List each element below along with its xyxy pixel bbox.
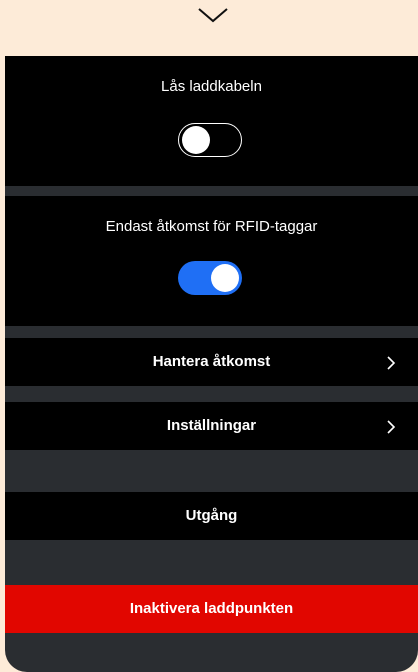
deactivate-label: Inaktivera laddpunkten [129, 600, 294, 617]
top-bar [0, 0, 418, 56]
rfid-access-section: Endast åtkomst för RFID-taggar [5, 196, 418, 326]
rfid-access-toggle[interactable] [178, 261, 242, 295]
lock-cable-toggle[interactable] [178, 123, 242, 157]
rfid-access-label: Endast åtkomst för RFID-taggar [105, 218, 318, 235]
toggle-knob [211, 264, 239, 292]
exit-button[interactable]: Utgång [5, 492, 418, 540]
charging-point-panel: Lås laddkabeln Endast åtkomst för RFID-t… [5, 56, 418, 672]
chevron-right-icon [387, 420, 396, 434]
manage-access-label: Hantera åtkomst [152, 353, 271, 370]
exit-label: Utgång [185, 507, 238, 524]
chevron-right-icon [387, 356, 396, 370]
chevron-down-icon[interactable] [197, 6, 229, 24]
settings-label: Inställningar [166, 417, 257, 434]
deactivate-charging-point-button[interactable]: Inaktivera laddpunkten [5, 585, 418, 633]
settings-button[interactable]: Inställningar [5, 402, 418, 450]
lock-cable-section: Lås laddkabeln [5, 56, 418, 186]
toggle-knob [182, 125, 210, 154]
lock-cable-label: Lås laddkabeln [161, 78, 262, 95]
manage-access-button[interactable]: Hantera åtkomst [5, 338, 418, 386]
